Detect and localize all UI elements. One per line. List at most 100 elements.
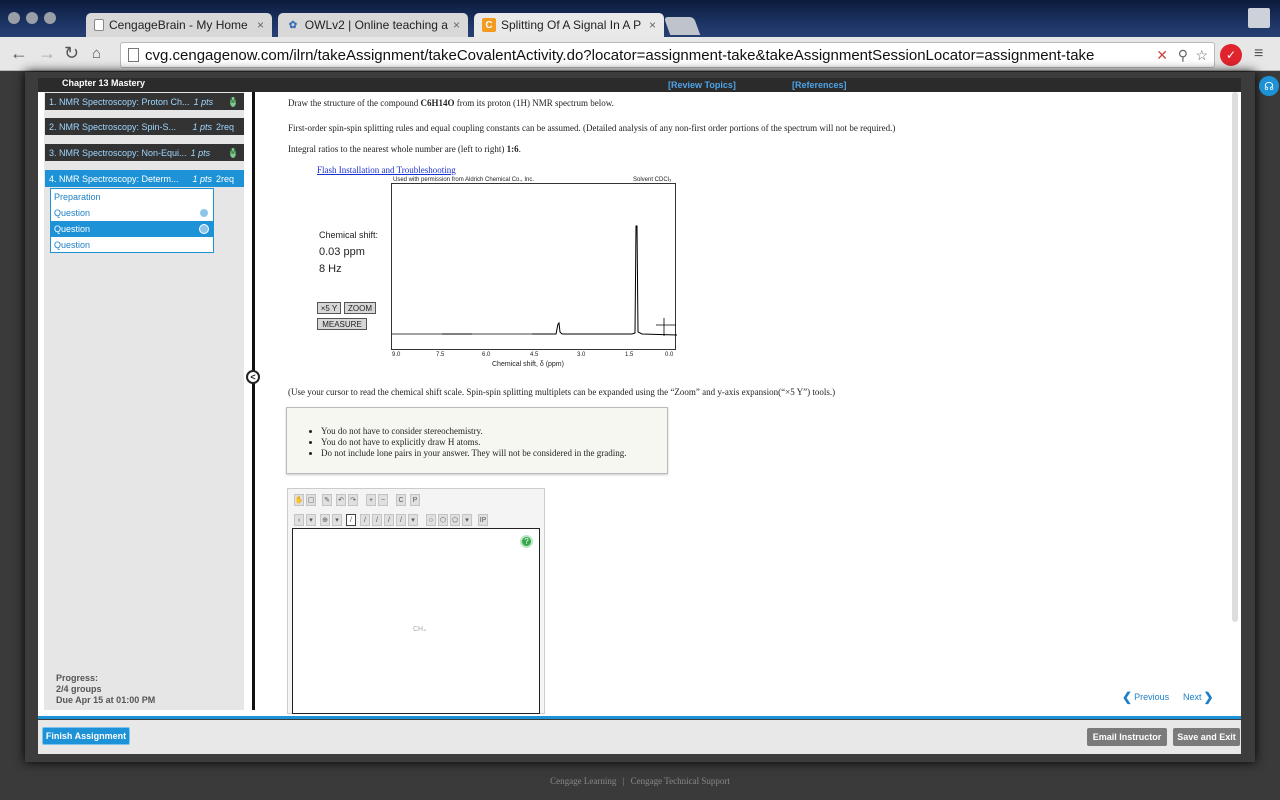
back-arrow-icon[interactable]: ← (10, 43, 28, 64)
pane-divider[interactable] (252, 92, 255, 710)
subitem-question-1[interactable]: Question (51, 205, 213, 221)
sidebar-item-q3[interactable]: 3. NMR Spectroscopy: Non-Equi... 1 pts M (45, 144, 244, 161)
mastered-badge-icon: M (230, 96, 236, 107)
scrollbar[interactable] (1232, 92, 1238, 622)
headset-icon[interactable]: ☊ (1259, 76, 1279, 96)
points-label: 1 pts (193, 96, 214, 107)
question-rules: First-order spin-spin splitting rules an… (288, 123, 896, 133)
save-and-exit-button[interactable]: Save and Exit (1173, 728, 1240, 746)
tick-label: 0.0 (665, 352, 674, 358)
minimize-window-button[interactable] (26, 12, 38, 24)
sidebar-item-label: 1. NMR Spectroscopy: Proton Ch... (49, 96, 190, 107)
wedge-bond-icon[interactable]: / (372, 514, 382, 526)
drawing-canvas[interactable] (292, 528, 540, 714)
references-link[interactable]: [References] (792, 80, 847, 90)
sidebar-item-q4[interactable]: 4. NMR Spectroscopy: Determ... 1 pts 2re… (45, 170, 244, 187)
close-window-button[interactable] (8, 12, 20, 24)
browser-titlebar: CengageBrain - My Home × ✿ OWLv2 | Onlin… (0, 0, 1280, 40)
close-tab-icon[interactable]: × (649, 18, 656, 32)
sidebar-item-q1[interactable]: 1. NMR Spectroscopy: Proton Ch... 1 pts … (45, 93, 244, 110)
undo-icon[interactable]: ↶ (336, 494, 346, 506)
tab-title: CengageBrain - My Home (109, 18, 248, 32)
blocked-content-icon[interactable]: ✕ (1156, 47, 1168, 64)
close-tab-icon[interactable]: × (257, 18, 264, 32)
triple-bond-icon[interactable]: / (384, 514, 394, 526)
note-item: Do not include lone pairs in your answer… (321, 448, 627, 459)
x5y-button[interactable]: ×5 Y (317, 302, 341, 314)
tab-owlv2[interactable]: ✿ OWLv2 | Online teaching a × (278, 13, 468, 37)
next-button[interactable]: Next ❯ (1183, 690, 1214, 704)
dropdown-icon[interactable]: ▾ (408, 514, 418, 526)
cyclopentane-icon[interactable]: ⬠ (450, 514, 460, 526)
forward-arrow-icon[interactable]: → (38, 43, 56, 64)
menu-icon[interactable]: ≡ (1254, 45, 1263, 63)
technical-support-link[interactable]: Cengage Technical Support (631, 776, 730, 786)
progress-label: Progress: (56, 673, 99, 683)
sidebar-item-q2[interactable]: 2. NMR Spectroscopy: Spin-S... 1 pts 2re… (45, 118, 244, 135)
integral-ratios: Integral ratios to the nearest whole num… (288, 144, 521, 154)
perspective-icon[interactable]: P (410, 494, 420, 506)
subitem-label: Question (54, 208, 91, 218)
tick-label: 7.5 (436, 352, 445, 358)
eraser-icon[interactable]: ✎ (322, 494, 332, 506)
profile-icon[interactable] (1248, 8, 1270, 28)
spectrum-axis-label: Chemical shift, δ (ppm) (492, 361, 564, 368)
next-label: Next (1183, 692, 1202, 702)
ratio-text: Integral ratios to the nearest whole num… (288, 144, 507, 154)
chevron-left-icon: ❮ (1122, 690, 1133, 704)
close-tab-icon[interactable]: × (453, 18, 460, 32)
extension-icon[interactable]: ✓ (1220, 44, 1242, 66)
search-icon[interactable]: ⚲ (1178, 47, 1188, 64)
prompt-text: Draw the structure of the compound (288, 98, 421, 108)
previous-button[interactable]: ❮ Previous (1122, 690, 1169, 704)
chain-tool-icon[interactable]: / (396, 514, 406, 526)
zoom-in-icon[interactable]: + (366, 494, 376, 506)
dropdown-icon[interactable]: ▾ (332, 514, 342, 526)
tab-splitting-signal[interactable]: C Splitting Of A Signal In A P × (474, 13, 664, 37)
charge-tool-icon[interactable]: ⊕ (320, 514, 330, 526)
frame-bottom-bar (38, 716, 1241, 719)
home-icon[interactable]: ⌂ (92, 45, 101, 62)
collapse-sidebar-icon[interactable]: < (246, 370, 260, 384)
maximize-window-button[interactable] (44, 12, 56, 24)
subitem-question-2[interactable]: Question (51, 221, 213, 237)
reload-icon[interactable]: ↻ (64, 43, 79, 64)
zoom-button[interactable]: ZOOM (344, 302, 376, 314)
sidebar-item-label: 4. NMR Spectroscopy: Determ... (49, 173, 179, 184)
redo-icon[interactable]: ↷ (348, 494, 358, 506)
page-info-icon[interactable] (128, 48, 139, 62)
subitem-question-3[interactable]: Question (51, 237, 213, 253)
benzene-icon[interactable]: ⬡ (438, 514, 448, 526)
tab-cengagebrain[interactable]: CengageBrain - My Home × (86, 13, 272, 37)
tick-label: 1.5 (625, 352, 634, 358)
new-document-icon[interactable]: ▢ (306, 494, 316, 506)
dropdown-icon[interactable]: ▾ (462, 514, 472, 526)
cyclopropane-icon[interactable]: ○ (426, 514, 436, 526)
measure-button[interactable]: MEASURE (317, 318, 367, 330)
review-topics-link[interactable]: [Review Topics] (668, 80, 736, 90)
cengage-learning-link[interactable]: Cengage Learning (550, 776, 616, 786)
hand-tool-icon[interactable]: ✋ (294, 494, 304, 506)
email-instructor-button[interactable]: Email Instructor (1087, 728, 1167, 746)
zoom-out-icon[interactable]: − (378, 494, 388, 506)
spectrum-svg (392, 225, 678, 336)
bookmark-star-icon[interactable]: ☆ (1195, 47, 1208, 64)
req-label: 2req (215, 121, 234, 132)
address-bar[interactable]: cvg.cengagenow.com/ilrn/takeAssignment/t… (120, 42, 1215, 68)
canvas-placeholder: CH₄ (413, 626, 426, 633)
double-bond-icon[interactable]: / (360, 514, 370, 526)
url-text: cvg.cengagenow.com/ilrn/takeAssignment/t… (145, 46, 1095, 64)
ratio-value: 1:6 (506, 144, 519, 154)
clean-icon[interactable]: C (396, 494, 406, 506)
single-bond-icon[interactable]: / (346, 514, 356, 526)
select-tool-icon[interactable]: ‹ (294, 514, 304, 526)
page-icon (94, 19, 104, 31)
nmr-spectrum-plot[interactable] (391, 183, 678, 350)
flash-troubleshooting-link[interactable]: Flash Installation and Troubleshooting (317, 165, 456, 175)
periodic-table-icon[interactable]: IP (478, 514, 488, 526)
finish-assignment-button[interactable]: Finish Assignment (42, 727, 130, 745)
help-icon[interactable]: ? (520, 535, 533, 548)
dropdown-icon[interactable]: ▾ (306, 514, 316, 526)
new-tab-button[interactable] (663, 17, 701, 35)
subitem-preparation[interactable]: Preparation (51, 189, 213, 205)
